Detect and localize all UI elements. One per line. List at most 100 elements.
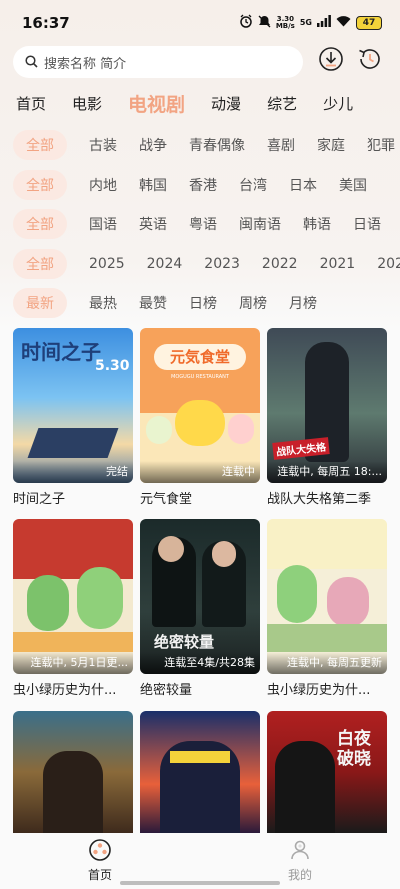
status-badge: 连载至4集/共28集	[140, 652, 260, 674]
history-button[interactable]	[357, 48, 383, 74]
alarm-icon	[239, 14, 253, 31]
search-input[interactable]: 搜索名称 简介	[13, 46, 303, 78]
filter-chip[interactable]: 2023	[204, 256, 240, 272]
filter-row-region: 全部 内地 韩国 香港 台湾 日本 美国	[0, 170, 400, 200]
mute-icon	[258, 15, 271, 31]
filter-chip[interactable]: 全部	[13, 249, 67, 279]
filter-chip[interactable]: 喜剧	[267, 135, 295, 155]
poster-image: 战队大失格 连载中, 每周五 18:...	[267, 328, 387, 483]
filter-chip[interactable]: 美国	[339, 175, 367, 195]
filter-chip[interactable]: 最热	[89, 293, 117, 313]
poster-character-shape	[327, 577, 369, 627]
status-icons: 3.30 MB/s 5G 47	[239, 14, 382, 31]
poster-image	[140, 711, 260, 833]
signal-label: 5G	[299, 18, 312, 27]
show-title: 时间之子	[13, 492, 66, 507]
poster-face-shape	[212, 541, 236, 567]
filter-chip[interactable]: 日语	[353, 214, 381, 234]
poster-mascot-shape	[146, 416, 172, 444]
filter-chip[interactable]: 韩语	[303, 214, 331, 234]
wifi-icon	[336, 15, 351, 30]
show-card[interactable]: 白夜破晓	[267, 711, 387, 833]
filter-chip[interactable]: 周榜	[239, 293, 267, 313]
poster-mascot-shape	[175, 400, 225, 446]
filter-chip[interactable]: 粤语	[189, 214, 217, 234]
filter-chip[interactable]: 全部	[13, 130, 67, 160]
poster-image: 元気食堂 MOGUGU RESTAURANT 连载中	[140, 328, 260, 483]
filter-chip[interactable]: 全部	[13, 209, 67, 239]
show-card[interactable]	[140, 711, 260, 833]
poster-image	[13, 711, 133, 833]
signal-icon	[317, 15, 331, 30]
filter-chip[interactable]: 韩国	[139, 175, 167, 195]
filter-chip[interactable]: 2024	[147, 256, 183, 272]
net-speed: 3.30 MB/s	[275, 14, 295, 30]
filter-chip[interactable]: 日榜	[189, 293, 217, 313]
filter-chip[interactable]: 家庭	[317, 135, 345, 155]
filter-chip[interactable]: 月榜	[289, 293, 317, 313]
show-card[interactable]	[13, 711, 133, 833]
filter-row-sort: 最新 最热 最赞 日榜 周榜 月榜	[0, 288, 400, 318]
show-card[interactable]: 时间之子 5.30 完结 时间之子	[13, 328, 133, 507]
status-badge: 完结	[13, 461, 133, 483]
poster-image: 连载中, 每周五更新	[267, 519, 387, 674]
filter-chip[interactable]: 2022	[262, 256, 298, 272]
tab-anime[interactable]: 动漫	[211, 93, 241, 114]
poster-mascot-shape	[228, 414, 254, 444]
filter-chip[interactable]: 英语	[139, 214, 167, 234]
poster-character-shape	[27, 575, 69, 631]
tab-variety[interactable]: 综艺	[267, 93, 297, 114]
filter-chip[interactable]: 最赞	[139, 293, 167, 313]
filter-chip[interactable]: 国语	[89, 214, 117, 234]
poster-subtitle: MOGUGU RESTAURANT	[171, 374, 229, 380]
filter-chip[interactable]: 闽南语	[239, 214, 281, 234]
poster-image: 绝密较量 连载至4集/共28集	[140, 519, 260, 674]
home-icon	[89, 839, 111, 864]
main-tabs: 首页 电影 电视剧 动漫 综艺 少儿	[0, 86, 400, 120]
home-indicator	[120, 881, 280, 885]
download-button[interactable]	[318, 47, 344, 74]
filter-chip[interactable]: 香港	[189, 175, 217, 195]
show-card[interactable]: 绝密较量 连载至4集/共28集 绝密较量	[140, 519, 260, 698]
nav-home[interactable]: 首页	[70, 839, 130, 883]
show-card[interactable]: 连载中, 每周五更新 虫小绿历史为什...	[267, 519, 387, 698]
poster-helmet-shape	[170, 751, 230, 763]
tab-tv-series[interactable]: 电视剧	[128, 90, 185, 117]
poster-ground-shape	[267, 624, 387, 652]
tab-movie[interactable]: 电影	[72, 93, 102, 114]
filter-chip[interactable]: 古装	[89, 135, 117, 155]
poster-title-art: 白夜破晓	[337, 729, 371, 769]
filter-chip[interactable]: 2021	[320, 256, 356, 272]
filter-chip[interactable]: 日本	[289, 175, 317, 195]
poster-title-art: 时间之子	[21, 340, 101, 364]
show-card[interactable]: 战队大失格 连载中, 每周五 18:... 战队大失格第二季	[267, 328, 387, 507]
profile-icon	[289, 840, 311, 864]
poster-title-art: 绝密较量	[154, 633, 215, 651]
show-title: 虫小绿历史为什...	[267, 683, 371, 698]
poster-ship-shape	[27, 428, 119, 458]
filter-chip[interactable]: 2025	[89, 256, 125, 272]
filter-chip[interactable]: 战争	[139, 135, 167, 155]
tab-kids[interactable]: 少儿	[323, 93, 353, 114]
tab-home[interactable]: 首页	[16, 93, 46, 114]
poster-figure-shape	[43, 751, 103, 833]
nav-profile[interactable]: 我的	[270, 839, 330, 883]
status-badge: 连载中, 每周五更新	[267, 652, 387, 674]
filter-chip[interactable]: 最新	[13, 288, 67, 318]
filter-chip[interactable]: 全部	[13, 170, 67, 200]
status-time: 16:37	[22, 14, 70, 32]
show-card[interactable]: 连载中, 5月1日更... 虫小绿历史为什...	[13, 519, 133, 698]
filter-chip[interactable]: 内地	[89, 175, 117, 195]
status-bar: 16:37 3.30 MB/s 5G 47	[0, 0, 400, 44]
filter-chip[interactable]: 犯罪	[367, 135, 395, 155]
poster-ground-shape	[13, 632, 133, 652]
search-placeholder: 搜索名称 简介	[44, 56, 127, 72]
show-title: 绝密较量	[140, 683, 193, 698]
filter-chip[interactable]: 台湾	[239, 175, 267, 195]
poster-image: 白夜破晓	[267, 711, 387, 833]
show-title: 战队大失格第二季	[267, 492, 372, 507]
filter-chip[interactable]: 青春偶像	[189, 135, 245, 155]
filter-row-language: 全部 国语 英语 粤语 闽南语 韩语 日语	[0, 209, 400, 239]
show-card[interactable]: 元気食堂 MOGUGU RESTAURANT 连载中 元气食堂	[140, 328, 260, 507]
filter-chip[interactable]: 2020	[377, 256, 400, 272]
